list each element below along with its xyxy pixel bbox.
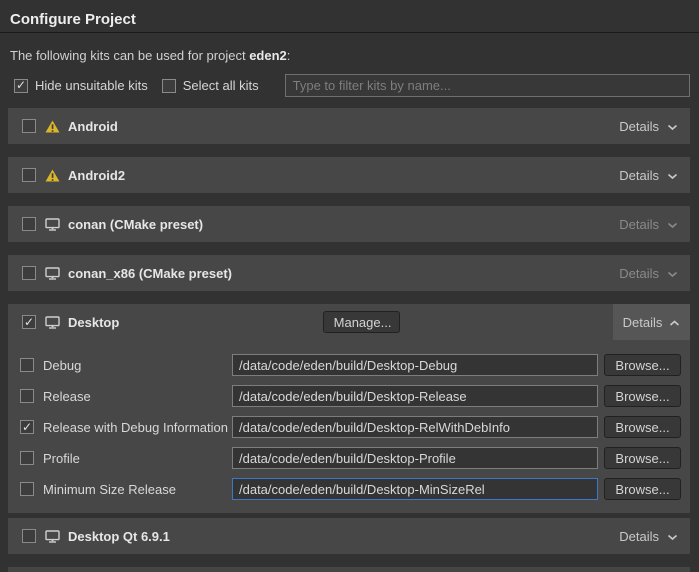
hide-unsuitable-kits-checkbox[interactable]: ✓ Hide unsuitable kits <box>14 78 148 93</box>
kit-checkbox-conan-x86[interactable]: ✓ <box>22 266 36 280</box>
details-button-desktop-qt[interactable]: Details <box>607 518 690 554</box>
kit-name: conan_x86 (CMake preset) <box>68 266 232 281</box>
select-all-kits-label: Select all kits <box>183 78 259 93</box>
kit-name: Android2 <box>68 168 125 183</box>
chevron-down-icon <box>667 168 678 183</box>
config-row-relwithdebinfo: ✓ Release with Debug Information Browse.… <box>20 416 681 438</box>
config-label: Release with Debug Information <box>43 420 232 435</box>
build-config-list: ✓ Debug Browse... ✓ Release Browse... ✓ … <box>8 340 690 513</box>
details-label: Details <box>619 119 659 134</box>
warning-icon <box>45 120 60 133</box>
monitor-icon <box>45 530 60 543</box>
kit-name: conan (CMake preset) <box>68 217 203 232</box>
config-checkbox-profile[interactable]: ✓ <box>20 451 34 465</box>
details-label: Details <box>619 217 659 232</box>
checkbox-checked-icon[interactable]: ✓ <box>14 79 28 93</box>
browse-button-release[interactable]: Browse... <box>604 385 681 407</box>
config-checkbox-minsizerel[interactable]: ✓ <box>20 482 34 496</box>
kit-filter-controls: ✓ Hide unsuitable kits ✓ Select all kits <box>14 74 690 97</box>
config-row-minsizerel: ✓ Minimum Size Release Browse... <box>20 478 681 500</box>
kit-name: Desktop Qt 6.9.1 <box>68 529 170 544</box>
intro-text: The following kits can be used for proje… <box>10 48 699 63</box>
intro-prefix: The following kits can be used for proje… <box>10 48 249 63</box>
browse-button-debug[interactable]: Browse... <box>604 354 681 376</box>
check-icon: ✓ <box>16 79 26 91</box>
details-label: Details <box>619 266 659 281</box>
browse-button-relwithdebinfo[interactable]: Browse... <box>604 416 681 438</box>
kit-checkbox-android[interactable]: ✓ <box>22 119 36 133</box>
kit-checkbox-desktop-qt[interactable]: ✓ <box>22 529 36 543</box>
config-label: Release <box>43 389 232 404</box>
kit-checkbox-android2[interactable]: ✓ <box>22 168 36 182</box>
kit-row-desktop-qt: ✓ Desktop Qt 6.9.1 Details <box>8 518 690 554</box>
config-path-input-minsizerel[interactable] <box>232 478 598 500</box>
monitor-icon <box>45 218 60 231</box>
kit-filter-input[interactable] <box>285 74 690 97</box>
kit-name: Desktop <box>68 315 119 330</box>
monitor-icon <box>45 267 60 280</box>
details-button-conan: Details <box>607 206 690 242</box>
config-label: Minimum Size Release <box>43 482 232 497</box>
kit-list: ✓ Android Details ✓ Android2 Details ✓ c… <box>8 108 690 554</box>
browse-button-minsizerel[interactable]: Browse... <box>604 478 681 500</box>
kit-row-desktop: ✓ Desktop Manage... Details <box>8 304 690 340</box>
config-checkbox-relwithdebinfo[interactable]: ✓ <box>20 420 34 434</box>
chevron-down-icon <box>667 217 678 232</box>
browse-button-profile[interactable]: Browse... <box>604 447 681 469</box>
details-label: Details <box>623 315 663 330</box>
configure-project-page: Configure Project The following kits can… <box>0 0 699 562</box>
kit-panel-desktop: ✓ Desktop Manage... Details ✓ Debug Brow… <box>8 304 690 513</box>
kit-row-conan: ✓ conan (CMake preset) Details <box>8 206 690 242</box>
chevron-up-icon <box>669 315 680 330</box>
check-icon: ✓ <box>22 421 32 433</box>
config-label: Debug <box>43 358 232 373</box>
kit-row-android: ✓ Android Details <box>8 108 690 144</box>
kit-checkbox-conan[interactable]: ✓ <box>22 217 36 231</box>
config-row-profile: ✓ Profile Browse... <box>20 447 681 469</box>
config-path-input-profile[interactable] <box>232 447 598 469</box>
config-label: Profile <box>43 451 232 466</box>
config-path-input-release[interactable] <box>232 385 598 407</box>
details-button-desktop[interactable]: Details <box>613 304 690 340</box>
intro-suffix: : <box>287 48 291 63</box>
config-checkbox-release[interactable]: ✓ <box>20 389 34 403</box>
config-row-release: ✓ Release Browse... <box>20 385 681 407</box>
title-separator <box>0 32 699 33</box>
kit-row-conan-x86: ✓ conan_x86 (CMake preset) Details <box>8 255 690 291</box>
kit-name: Android <box>68 119 118 134</box>
kit-checkbox-desktop[interactable]: ✓ <box>22 315 36 329</box>
manage-button[interactable]: Manage... <box>323 311 400 333</box>
details-button-android2[interactable]: Details <box>607 157 690 193</box>
chevron-down-icon <box>667 266 678 281</box>
next-panel-edge <box>8 567 690 572</box>
checkbox-unchecked-icon[interactable]: ✓ <box>162 79 176 93</box>
config-path-input-debug[interactable] <box>232 354 598 376</box>
kit-row-android2: ✓ Android2 Details <box>8 157 690 193</box>
page-title: Configure Project <box>0 0 699 31</box>
config-checkbox-debug[interactable]: ✓ <box>20 358 34 372</box>
config-path-input-relwithdebinfo[interactable] <box>232 416 598 438</box>
select-all-kits-checkbox[interactable]: ✓ Select all kits <box>162 78 259 93</box>
details-button-android[interactable]: Details <box>607 108 690 144</box>
details-button-conan-x86: Details <box>607 255 690 291</box>
chevron-down-icon <box>667 529 678 544</box>
chevron-down-icon <box>667 119 678 134</box>
check-icon: ✓ <box>24 316 34 328</box>
details-label: Details <box>619 168 659 183</box>
details-label: Details <box>619 529 659 544</box>
config-row-debug: ✓ Debug Browse... <box>20 354 681 376</box>
project-name: eden2 <box>249 48 287 63</box>
monitor-icon <box>45 316 60 329</box>
warning-icon <box>45 169 60 182</box>
hide-unsuitable-kits-label: Hide unsuitable kits <box>35 78 148 93</box>
